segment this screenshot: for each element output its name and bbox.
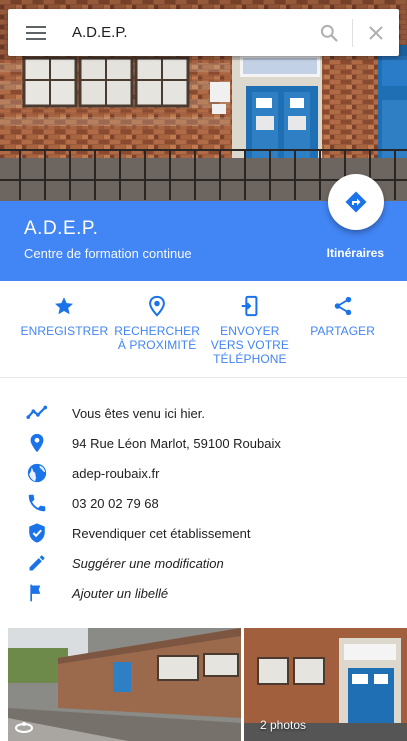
save-label: ENREGISTRER — [20, 324, 109, 338]
directions-button[interactable] — [328, 174, 384, 230]
nearby-icon — [149, 295, 166, 317]
share-icon — [334, 296, 351, 316]
nearby-label: RECHERCHER À PROXIMITÉ — [114, 324, 200, 352]
search-icon — [320, 24, 338, 42]
timeline-icon — [25, 405, 47, 419]
address-row[interactable]: 94 Rue Léon Marlot, 59100 Roubaix — [0, 428, 407, 458]
phone-icon — [28, 494, 45, 512]
search-button[interactable] — [306, 9, 352, 56]
place-category: Centre de formation continue — [24, 246, 192, 261]
phone-row[interactable]: 03 20 02 79 68 — [0, 488, 407, 518]
website-row[interactable]: adep-roubaix.fr — [0, 458, 407, 488]
flag-icon — [29, 584, 40, 602]
photos-strip: 2 photos — [8, 628, 407, 741]
website-text[interactable]: adep-roubaix.fr — [72, 466, 159, 481]
add-label-row[interactable]: Ajouter un libellé — [0, 578, 407, 608]
photo-gallery[interactable]: 2 photos — [244, 628, 407, 741]
visit-history-row[interactable]: Vous êtes venu ici hier. — [0, 398, 407, 428]
directions-label[interactable]: Itinéraires — [327, 246, 384, 260]
send-to-phone-button[interactable]: ENVOYER VERS VOTRE TÉLÉPHONE — [204, 281, 297, 377]
visit-history-text: Vous êtes venu ici hier. — [72, 405, 205, 421]
location-pin-icon — [30, 433, 43, 453]
save-button[interactable]: ENREGISTRER — [18, 281, 111, 377]
place-title: A.D.E.P. — [24, 218, 99, 239]
close-icon — [369, 25, 383, 40]
globe-icon — [27, 463, 46, 483]
place-info-list: Vous êtes venu ici hier. 94 Rue Léon Mar… — [0, 398, 407, 608]
add-label-text: Ajouter un libellé — [72, 585, 169, 601]
directions-icon — [345, 191, 367, 213]
address-text: 94 Rue Léon Marlot, 59100 Roubaix — [72, 435, 281, 451]
action-bar: ENREGISTRER RECHERCHER À PROXIMITÉ ENVOYE… — [18, 281, 389, 377]
section-divider — [0, 377, 407, 378]
suggest-edit-row[interactable]: Suggérer une modification — [0, 548, 407, 578]
street-view-photo[interactable] — [8, 628, 241, 741]
photo-count: 2 photos — [260, 718, 307, 732]
star-icon — [55, 297, 74, 315]
claim-business-row[interactable]: Revendiquer cet établissement — [0, 518, 407, 548]
phone-text[interactable]: 03 20 02 79 68 — [72, 496, 159, 511]
send-to-phone-icon — [241, 295, 258, 317]
share-label: PARTAGER — [310, 324, 376, 338]
street-view-image — [8, 628, 241, 741]
menu-button[interactable] — [8, 9, 64, 56]
clear-search-button[interactable] — [353, 9, 399, 56]
street-view-icon — [15, 722, 33, 733]
suggest-edit-text: Suggérer une modification — [72, 555, 224, 571]
edit-pencil-icon — [29, 555, 44, 571]
send-to-phone-label: ENVOYER VERS VOTRE TÉLÉPHONE — [210, 324, 290, 366]
search-bar[interactable]: A.D.E.P. — [8, 9, 399, 56]
hamburger-menu-icon — [26, 25, 46, 40]
share-button[interactable]: PARTAGER — [296, 281, 389, 377]
nearby-button[interactable]: RECHERCHER À PROXIMITÉ — [111, 281, 204, 377]
claim-business-text: Revendiquer cet établissement — [72, 525, 251, 541]
verified-shield-icon — [28, 523, 45, 543]
search-query[interactable]: A.D.E.P. — [64, 24, 306, 41]
